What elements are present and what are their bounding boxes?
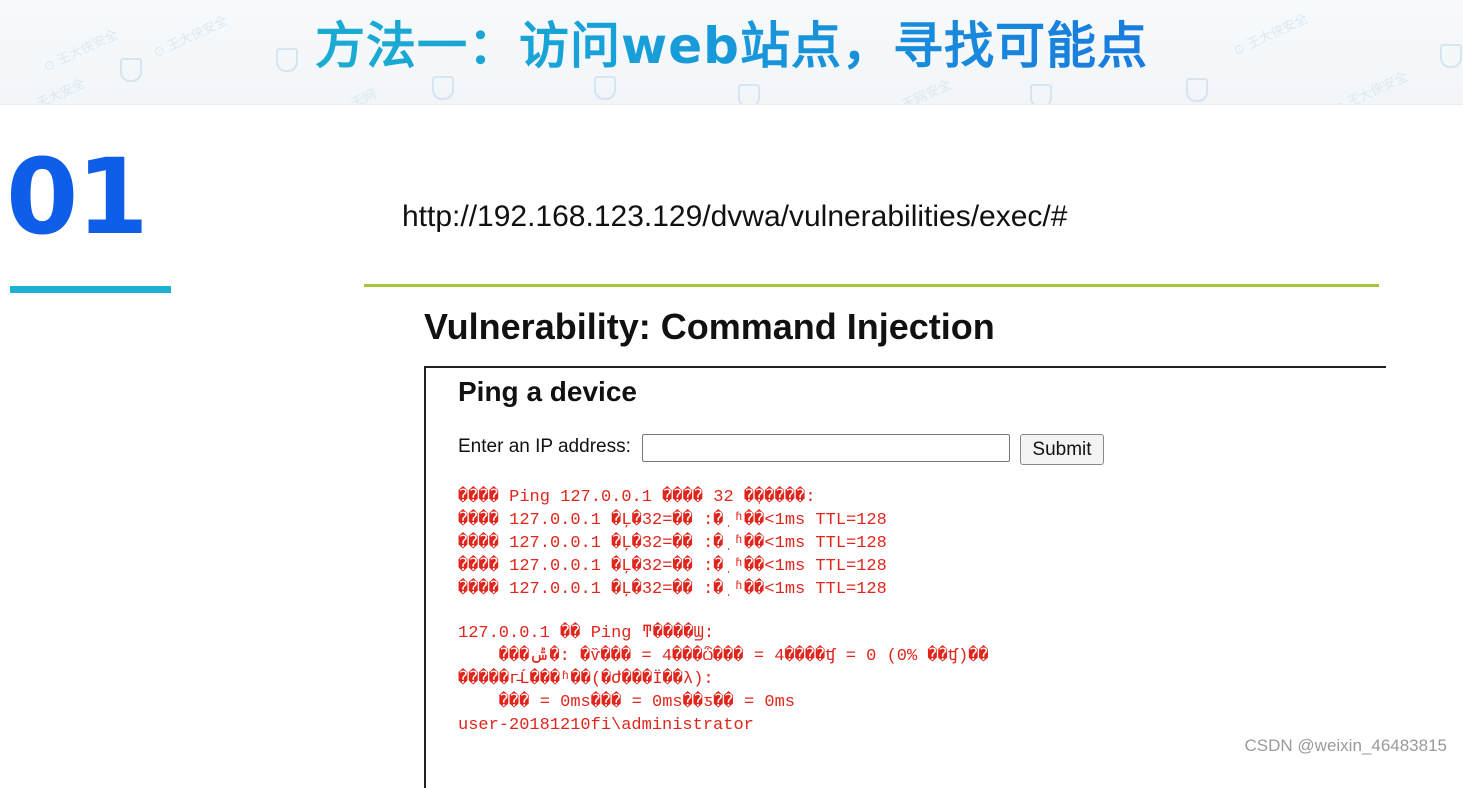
section-number: 01 bbox=[6, 136, 149, 258]
panel-title: Ping a device bbox=[458, 376, 637, 407]
divider bbox=[364, 284, 1379, 287]
credit-watermark: CSDN @weixin_46483815 bbox=[1244, 736, 1447, 755]
shield-icon bbox=[1030, 84, 1052, 104]
watermark: 天网 bbox=[348, 87, 379, 105]
page-title: Vulnerability: Command Injection bbox=[424, 306, 995, 347]
ping-statistics-output: 127.0.0.1 �� Ping ͳ����Ϣ: ���ݰ�: �ѷ��� =… bbox=[458, 624, 989, 735]
ping-output: ���� Ping 127.0.0.1 ���� 32 �ֽ�����: ���… bbox=[458, 488, 887, 599]
slide-title: 方法一：访问web站点，寻找可能点 bbox=[0, 6, 1463, 86]
top-banner: ⊙ 王大侠安全 ⊙ 天大安全 ⊙ 王大侠安全 天网 天网安全 ⊙ 王大侠安全 ⊙… bbox=[0, 0, 1463, 105]
ip-label: Enter an IP address: bbox=[458, 436, 631, 457]
section-underline bbox=[10, 286, 171, 293]
ip-input[interactable] bbox=[642, 434, 1010, 462]
target-url: http://192.168.123.129/dvwa/vulnerabilit… bbox=[402, 200, 1068, 233]
ping-panel: Ping a device Enter an IP address: Submi… bbox=[424, 366, 1386, 788]
shield-icon bbox=[738, 84, 760, 104]
submit-button[interactable]: Submit bbox=[1020, 434, 1104, 465]
